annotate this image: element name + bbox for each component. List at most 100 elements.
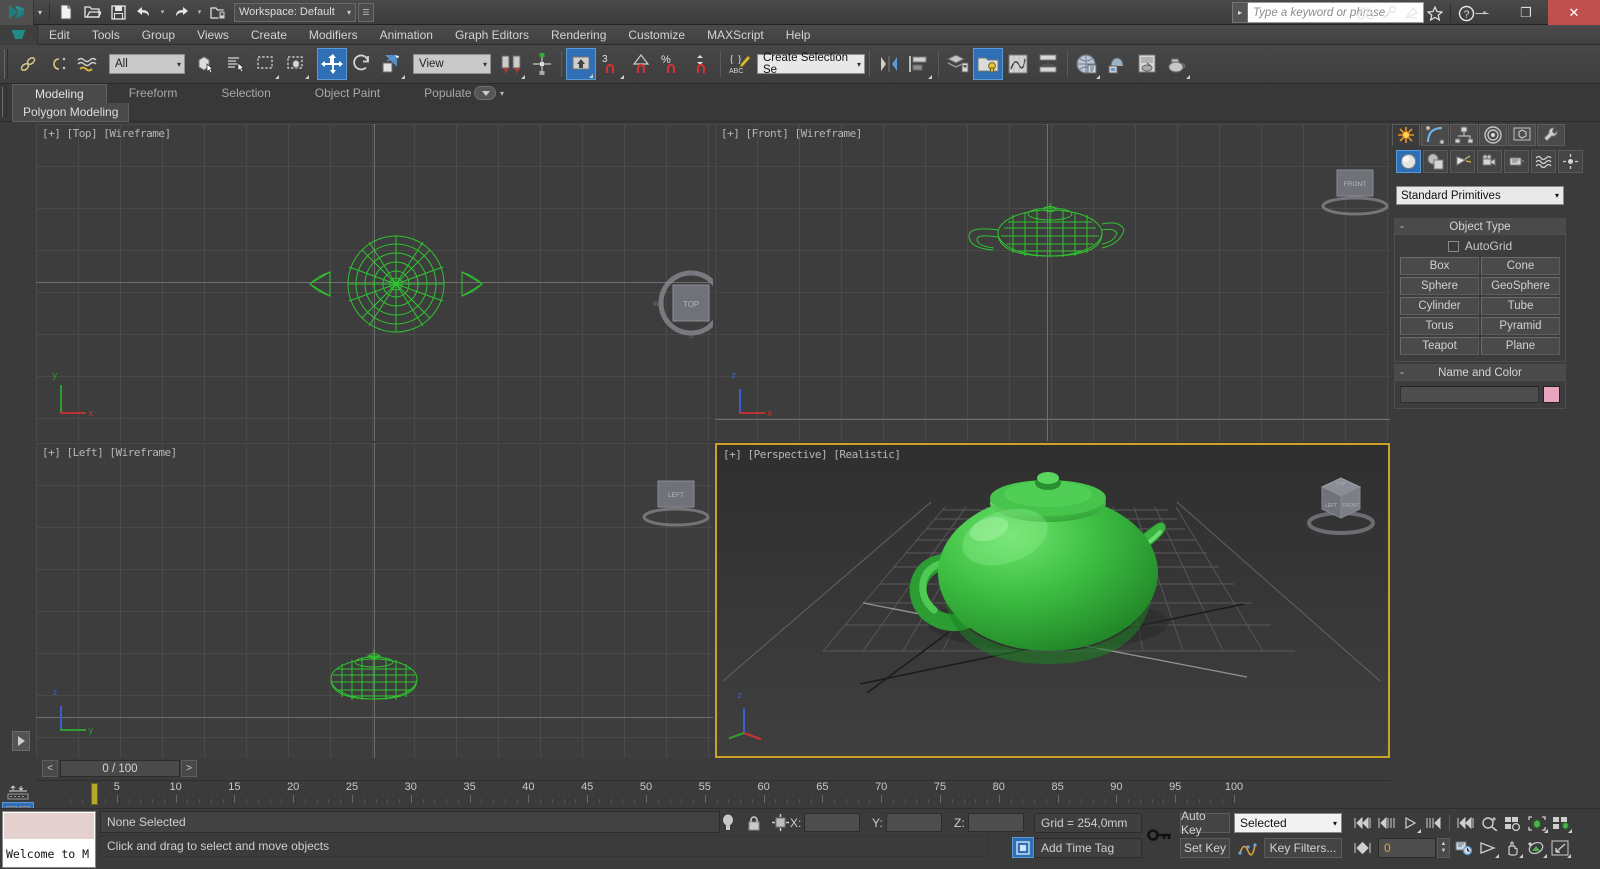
select-by-name-icon[interactable]	[221, 48, 251, 80]
toggle-scene-explorer-icon[interactable]	[973, 48, 1003, 80]
menu-item-modifiers[interactable]: Modifiers	[298, 25, 369, 45]
star-icon[interactable]	[1424, 3, 1445, 23]
menu-item-maxscript[interactable]: MAXScript	[696, 25, 775, 45]
window-crossing-icon[interactable]	[281, 48, 311, 80]
rendered-frame-window-icon[interactable]	[1132, 48, 1162, 80]
render-production-icon[interactable]	[1162, 48, 1192, 80]
object-name-input[interactable]	[1400, 386, 1539, 403]
edit-named-selection-sets-icon[interactable]: { } ABC	[725, 48, 755, 80]
menu-item-graph-editors[interactable]: Graph Editors	[444, 25, 540, 45]
workspace-selector[interactable]: Workspace: Default ▾	[234, 2, 356, 22]
mirror-icon[interactable]	[874, 48, 904, 80]
close-button[interactable]: ✕	[1548, 0, 1600, 25]
command-tab-motion[interactable]	[1479, 124, 1507, 146]
autogrid-row[interactable]: AutoGrid	[1400, 239, 1560, 253]
command-tab-display[interactable]	[1508, 124, 1536, 146]
command-tab-create[interactable]	[1392, 124, 1420, 146]
frame-spinner[interactable]: ▲ ▼	[1437, 838, 1450, 858]
create-torus-button[interactable]: Torus	[1400, 317, 1479, 335]
workspace-overflow-button[interactable]: ☰	[358, 2, 374, 22]
ribbon-tab-object-paint[interactable]: Object Paint	[293, 84, 402, 103]
zoom-extents-all-icon[interactable]	[1549, 813, 1573, 833]
absolute-relative-transform-icon[interactable]	[770, 813, 790, 832]
create-geosphere-button[interactable]: GeoSphere	[1481, 277, 1560, 295]
viewport-label-left[interactable]: [+] [Left] [Wireframe]	[42, 446, 177, 459]
next-frame-button[interactable]: >	[181, 760, 197, 777]
percent-snap-toggle-icon[interactable]: %	[656, 48, 686, 80]
auto-key-button[interactable]: Auto Key	[1180, 809, 1230, 837]
viewport-top[interactable]: [+] [Top] [Wireframe] TOP N S W y x	[36, 124, 713, 441]
binoculars-icon[interactable]	[1355, 3, 1376, 23]
ribbon-grip[interactable]	[2, 87, 7, 117]
isolate-selection-icon[interactable]	[718, 813, 738, 832]
app-logo[interactable]	[0, 0, 34, 25]
redo-icon[interactable]	[168, 1, 194, 24]
key-filters-button[interactable]: Key Filters...	[1264, 838, 1342, 858]
set-project-folder-icon[interactable]	[205, 1, 231, 24]
space-warps-icon[interactable]	[1531, 150, 1556, 173]
menu-item-help[interactable]: Help	[775, 25, 822, 45]
select-and-rotate-icon[interactable]	[347, 48, 377, 80]
field-of-view-icon[interactable]	[1476, 838, 1500, 858]
create-box-button[interactable]: Box	[1400, 257, 1479, 275]
minimize-button[interactable]: —	[1460, 0, 1504, 25]
snap-count-label[interactable]: 3	[596, 48, 626, 80]
time-key-marker[interactable]	[91, 783, 98, 805]
cameras-icon[interactable]	[1477, 150, 1502, 173]
menu-item-create[interactable]: Create	[240, 25, 298, 45]
chevron-down-icon[interactable]: ▾	[500, 89, 504, 98]
open-mini-curve-editor-icon[interactable]	[6, 785, 30, 803]
y-field[interactable]	[886, 813, 942, 832]
viewport-perspective[interactable]: [+] [Perspective] [Realistic] LEFT FRONT…	[715, 443, 1390, 758]
track-bar[interactable]: 5 10 15 20 25 30 35 40 45 50 55 60 65 70 75 80 85 90 95 100	[36, 780, 1390, 808]
undo-icon[interactable]	[131, 1, 157, 24]
align-icon[interactable]	[904, 48, 934, 80]
toolbar-grip[interactable]	[4, 49, 8, 79]
menu-item-rendering[interactable]: Rendering	[540, 25, 617, 45]
snaps-toggle-icon[interactable]	[566, 48, 596, 80]
bind-to-space-warp-icon[interactable]	[73, 48, 103, 80]
maxscript-output-pane[interactable]	[4, 813, 94, 839]
search-expand-icon[interactable]: ▸	[1232, 2, 1248, 23]
create-cone-button[interactable]: Cone	[1481, 257, 1560, 275]
undo-dropdown-icon[interactable]: ▾	[157, 8, 168, 16]
zoom-icon[interactable]	[1477, 813, 1501, 833]
menu-item-customize[interactable]: Customize	[617, 25, 696, 45]
object-color-swatch[interactable]	[1543, 386, 1560, 403]
time-configuration-icon[interactable]	[1452, 838, 1476, 858]
ribbon-tab-freeform[interactable]: Freeform	[107, 84, 200, 103]
add-time-tag-button[interactable]: Add Time Tag	[1034, 838, 1142, 858]
spinner-snap-toggle-icon[interactable]	[686, 48, 716, 80]
create-teapot-button[interactable]: Teapot	[1400, 337, 1479, 355]
viewcube-top[interactable]: TOP N S W E	[650, 266, 713, 344]
set-key-button[interactable]: Set Key	[1180, 838, 1230, 858]
lights-icon[interactable]	[1450, 150, 1475, 173]
z-field[interactable]	[968, 813, 1024, 832]
create-tube-button[interactable]: Tube	[1481, 297, 1560, 315]
command-tab-hierarchy[interactable]	[1450, 124, 1478, 146]
create-sphere-button[interactable]: Sphere	[1400, 277, 1479, 295]
previous-frame-icon[interactable]	[1374, 813, 1398, 833]
viewport-front[interactable]: [+] [Front] [Wireframe] FRONT z x	[715, 124, 1390, 441]
go-to-end-icon[interactable]	[1453, 813, 1477, 833]
zoom-all-icon[interactable]	[1501, 813, 1525, 833]
viewcube-perspective[interactable]: LEFT FRONT TOP	[1300, 463, 1382, 543]
x-field[interactable]	[804, 813, 860, 832]
create-pyramid-button[interactable]: Pyramid	[1481, 317, 1560, 335]
menu-item-animation[interactable]: Animation	[369, 25, 444, 45]
viewcube-front[interactable]: FRONT	[1319, 160, 1390, 220]
reference-coordinate-system-combo[interactable]: View ▾	[413, 54, 491, 74]
select-and-manipulate-icon[interactable]	[527, 48, 557, 80]
command-tab-modify[interactable]	[1421, 124, 1449, 146]
select-and-scale-icon[interactable]	[377, 48, 407, 80]
maxscript-input-pane[interactable]: Welcome to M	[4, 841, 94, 867]
menu-item-edit[interactable]: Edit	[38, 25, 81, 45]
viewcube-left[interactable]: LEFT	[640, 471, 712, 531]
angle-snap-toggle-icon[interactable]	[626, 48, 656, 80]
viewport-label-perspective[interactable]: [+] [Perspective] [Realistic]	[723, 448, 901, 461]
menu-item-group[interactable]: Group	[131, 25, 186, 45]
maxscript-mini-listener[interactable]: Welcome to M	[2, 811, 96, 868]
create-cylinder-button[interactable]: Cylinder	[1400, 297, 1479, 315]
lock-selection-icon[interactable]	[744, 813, 764, 832]
systems-icon[interactable]	[1558, 150, 1583, 173]
